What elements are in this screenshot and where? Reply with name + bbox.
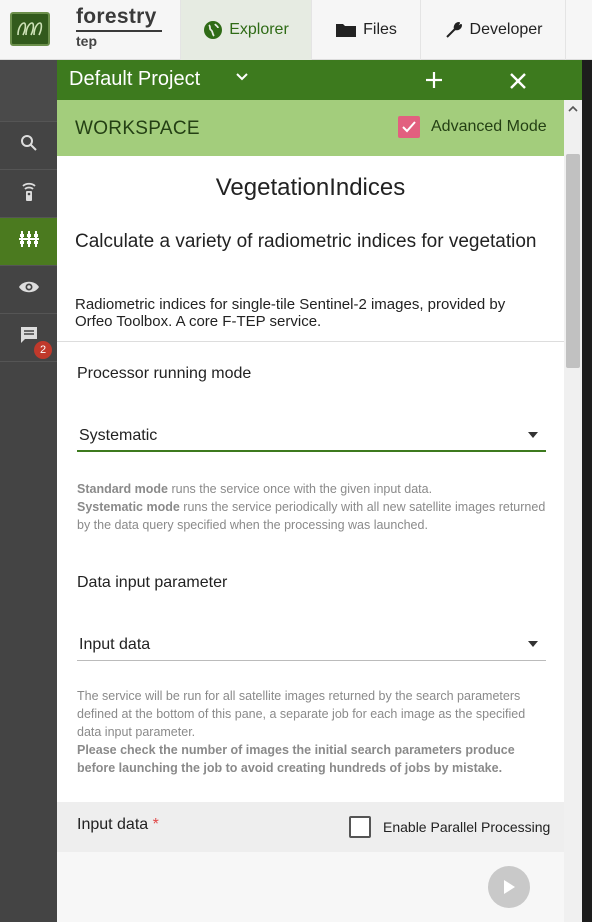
service-form: VegetationIndices Calculate a variety of… <box>57 156 564 922</box>
running-mode-help: Standard mode runs the service once with… <box>77 480 552 534</box>
remote-icon <box>20 180 38 207</box>
help-standard-bold: Standard mode <box>77 482 168 496</box>
service-description: Radiometric indices for single-tile Sent… <box>75 296 506 330</box>
workspace-title: WORKSPACE <box>75 118 200 139</box>
project-title[interactable]: Default Project <box>69 68 200 91</box>
running-mode-value: Systematic <box>79 427 158 444</box>
help-standard: runs the service once with the given inp… <box>168 482 433 496</box>
rail-messages[interactable]: 2 <box>0 314 57 362</box>
dropdown-arrow-icon <box>528 432 538 438</box>
plus-icon <box>426 72 442 88</box>
service-name: VegetationIndices <box>215 174 406 201</box>
data-input-help-bold: Please check the number of images the in… <box>77 743 515 775</box>
select-underline <box>77 450 546 452</box>
wrench-icon <box>444 20 464 40</box>
advanced-mode-label[interactable]: Advanced Mode <box>431 118 547 136</box>
leaf-logo-icon <box>17 22 43 36</box>
input-data-label-text: Input data <box>77 816 149 833</box>
select-underline <box>77 660 546 661</box>
workspace-panel: Default Project WORKSPACE Advanced Mode … <box>57 60 582 922</box>
chevron-down-icon[interactable] <box>235 70 249 89</box>
scroll-up-icon[interactable] <box>564 100 582 118</box>
input-data-row: Input data * Enable Parallel Processing <box>57 802 564 852</box>
input-data-drop-area[interactable] <box>57 852 564 922</box>
rail-visibility[interactable] <box>0 266 57 314</box>
help-systematic-bold: Systematic mode <box>77 500 180 514</box>
data-input-help-text: The service will be run for all satellit… <box>77 689 526 739</box>
checkmark-icon <box>402 121 416 133</box>
run-button[interactable] <box>488 866 530 908</box>
top-nav-bar: forestry tep Explorer Files Developer <box>0 0 592 60</box>
running-mode-label: Processor running mode <box>77 365 252 382</box>
tab-files-label: Files <box>363 21 397 38</box>
tab-developer[interactable]: Developer <box>420 0 565 60</box>
rail-services[interactable] <box>0 218 57 266</box>
left-rail: 2 <box>0 60 57 922</box>
globe-icon <box>203 20 223 40</box>
tab-developer-label: Developer <box>469 21 543 38</box>
parallel-processing-label[interactable]: Enable Parallel Processing <box>383 819 550 835</box>
running-mode-select[interactable]: Systematic <box>77 422 546 452</box>
parallel-processing-checkbox[interactable] <box>349 816 371 838</box>
eye-icon <box>18 280 40 299</box>
input-data-label: Input data * <box>77 816 159 834</box>
advanced-mode-checkbox[interactable] <box>398 116 420 138</box>
data-input-select[interactable]: Input data <box>77 631 546 661</box>
workspace-bar: WORKSPACE Advanced Mode <box>57 100 564 156</box>
tab-files[interactable]: Files <box>311 0 420 60</box>
scroll-thumb[interactable] <box>566 154 580 368</box>
map-view[interactable] <box>582 60 592 922</box>
dropdown-arrow-icon <box>528 641 538 647</box>
data-input-help: The service will be run for all satellit… <box>77 687 552 777</box>
project-header: Default Project <box>57 60 582 100</box>
brand-sub: tep <box>76 33 97 49</box>
rail-remote[interactable] <box>0 170 57 218</box>
app-logo[interactable] <box>10 12 50 46</box>
tab-explorer[interactable]: Explorer <box>180 0 311 60</box>
data-input-value: Input data <box>79 636 151 653</box>
messages-badge: 2 <box>34 341 52 359</box>
services-icon <box>18 229 40 254</box>
brand-name: forestry <box>76 5 157 28</box>
rail-spacer <box>0 60 57 122</box>
play-icon <box>504 880 515 894</box>
close-icon <box>510 73 526 89</box>
brand: forestry tep <box>76 5 166 49</box>
add-project-button[interactable] <box>419 63 449 97</box>
tab-overflow[interactable] <box>565 0 592 60</box>
service-title: Calculate a variety of radiometric indic… <box>75 231 537 252</box>
panel-scrollbar[interactable] <box>564 100 582 922</box>
folder-icon <box>335 22 357 38</box>
divider <box>57 341 564 342</box>
rail-search[interactable] <box>0 122 57 170</box>
data-input-label: Data input parameter <box>77 574 228 591</box>
tab-explorer-label: Explorer <box>229 21 289 38</box>
close-button[interactable] <box>503 66 533 96</box>
brand-underline <box>76 30 162 32</box>
search-icon <box>20 134 38 157</box>
required-mark: * <box>152 816 159 833</box>
